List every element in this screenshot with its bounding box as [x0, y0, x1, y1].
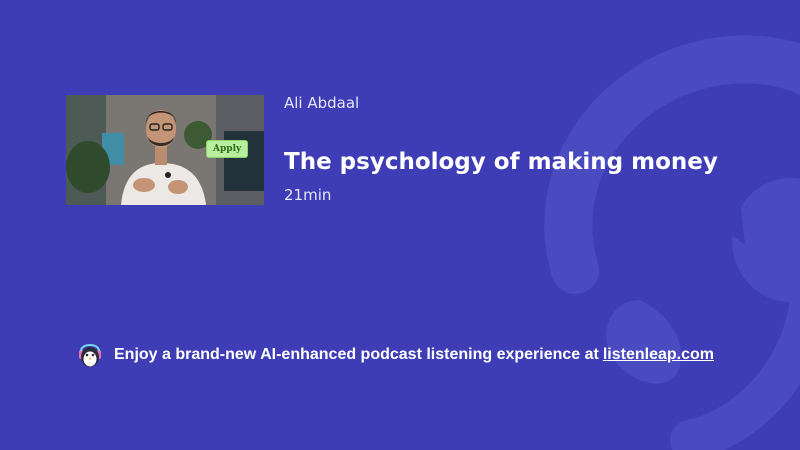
episode-duration: 21min: [284, 186, 332, 204]
promo-text: Enjoy a brand-new AI-enhanced podcast li…: [114, 346, 714, 364]
background-logo-watermark: [544, 35, 800, 450]
apply-badge: Apply: [207, 141, 248, 157]
penguin-headphones-icon: [79, 344, 101, 367]
listenleap-link[interactable]: listenleap.com: [603, 346, 714, 363]
episode-thumbnail[interactable]: Apply: [66, 95, 264, 205]
episode-author: Ali Abdaal: [284, 94, 360, 112]
promo-banner: Enjoy a brand-new AI-enhanced podcast li…: [76, 342, 714, 368]
episode-title: The psychology of making money: [284, 149, 718, 175]
promo-message: Enjoy a brand-new AI-enhanced podcast li…: [114, 346, 599, 363]
